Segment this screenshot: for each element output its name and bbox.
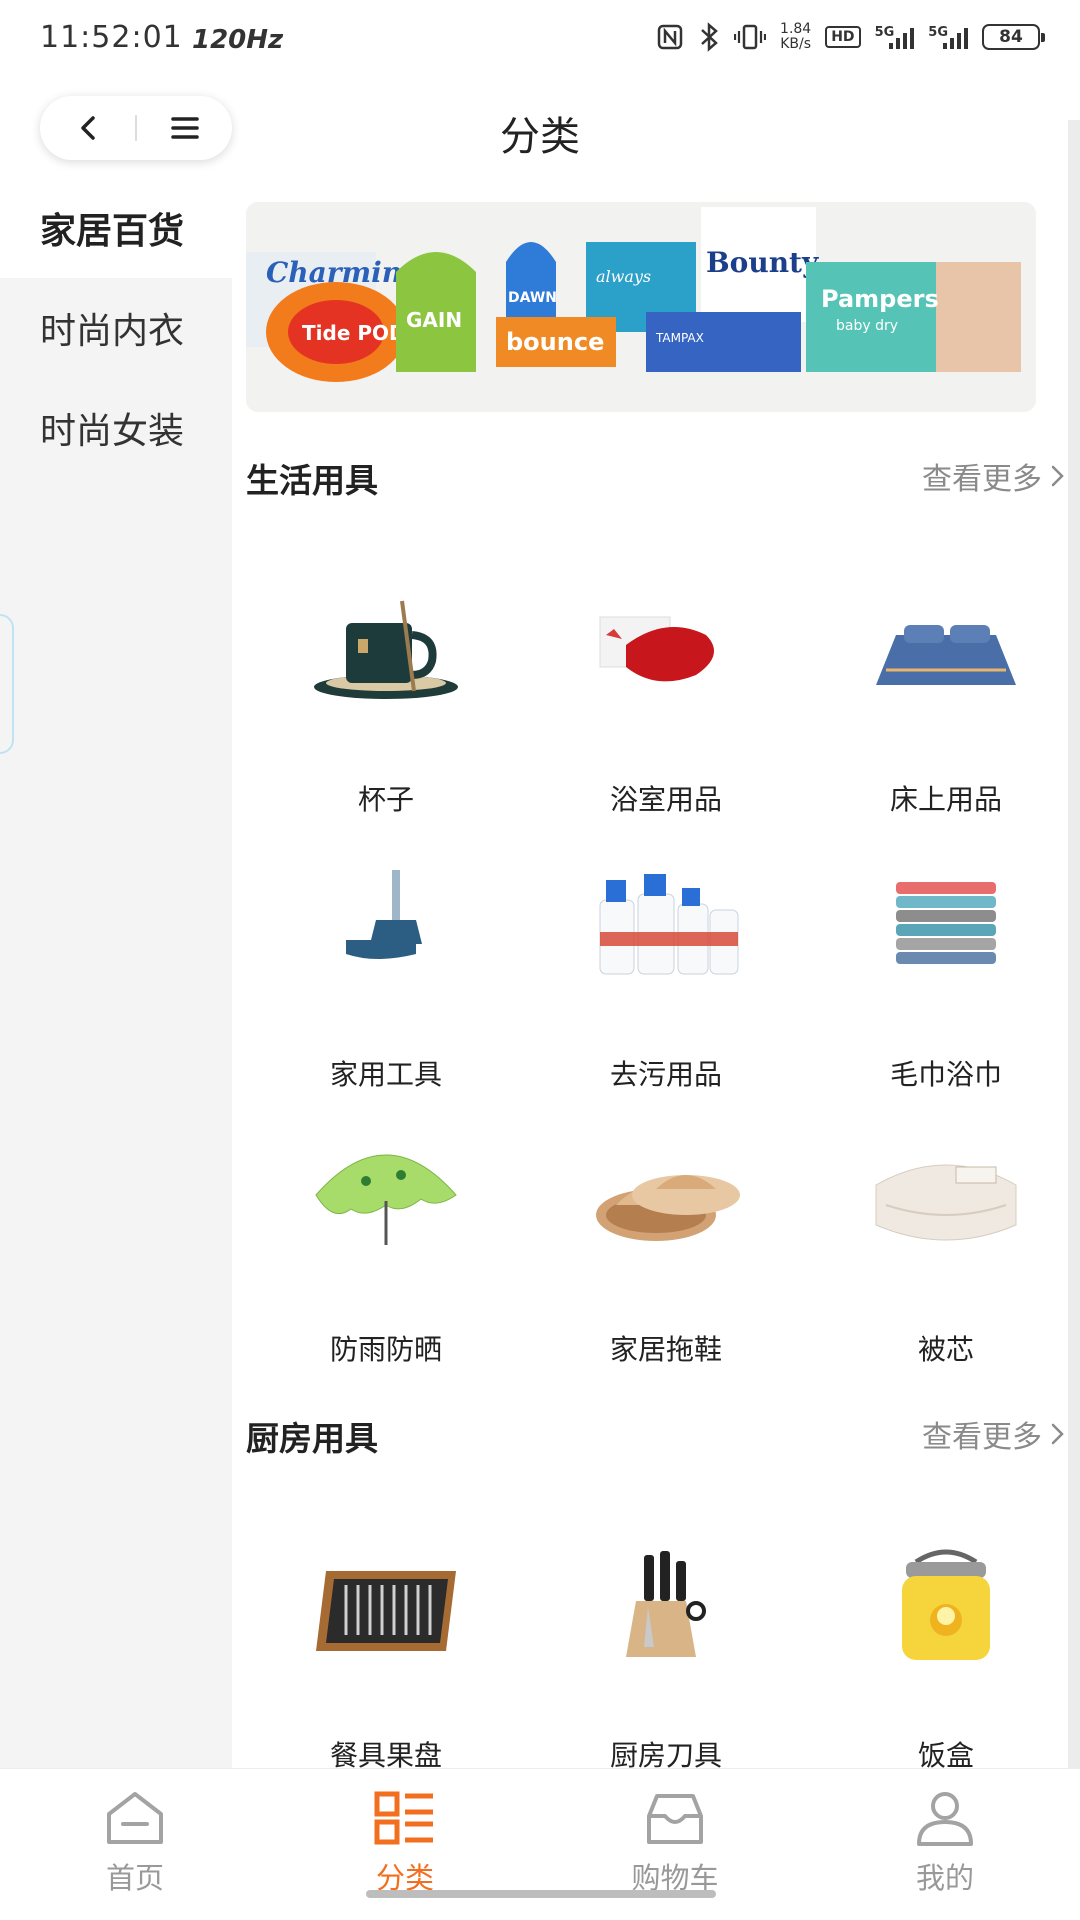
sidebar-item-womens-wear[interactable]: 时尚女装 bbox=[0, 378, 232, 478]
category-label: 毛巾浴巾 bbox=[889, 1058, 1002, 1091]
see-more-label: 查看更多 bbox=[922, 462, 1042, 497]
edge-handle bbox=[0, 614, 14, 754]
vibrate-icon bbox=[734, 24, 767, 50]
page-title: 分类 bbox=[500, 114, 580, 160]
category-item[interactable]: 防雨防晒 bbox=[246, 1120, 526, 1395]
sidebar-item-label: 家居百货 bbox=[40, 211, 185, 252]
category-item[interactable]: 餐具果盘 bbox=[246, 1526, 526, 1768]
category-label: 家用工具 bbox=[329, 1058, 442, 1091]
see-more-label: 查看更多 bbox=[922, 1420, 1042, 1455]
signal-label-2: 5G bbox=[928, 25, 948, 40]
section-title: 生活用具 bbox=[246, 461, 378, 500]
signal-label-1: 5G bbox=[874, 25, 895, 40]
towels-icon bbox=[866, 845, 1026, 1005]
tab-home[interactable]: 首页 bbox=[0, 1779, 270, 1909]
signal-1: 5G bbox=[875, 25, 915, 49]
category-item[interactable]: 厨房刀具 bbox=[526, 1526, 806, 1768]
cart-box-icon bbox=[640, 1787, 710, 1849]
category-item[interactable]: 去污用品 bbox=[526, 845, 806, 1120]
status-time: 11:52:01 bbox=[40, 20, 183, 55]
bedding-icon bbox=[866, 570, 1026, 730]
cutlery-case-icon bbox=[306, 1526, 466, 1686]
chevron-right-icon bbox=[1051, 465, 1064, 487]
category-label: 厨房刀具 bbox=[609, 1739, 722, 1768]
category-label: 浴室用品 bbox=[609, 783, 722, 816]
signal-2: 5G bbox=[928, 25, 968, 49]
tab-mine[interactable]: 我的 bbox=[810, 1779, 1080, 1909]
tab-label: 首页 bbox=[105, 1861, 164, 1895]
home-indicator[interactable] bbox=[366, 1890, 716, 1898]
category-label: 防雨防晒 bbox=[329, 1333, 442, 1366]
mug-icon bbox=[306, 570, 466, 730]
sidebar-item-underwear[interactable]: 时尚内衣 bbox=[0, 278, 232, 378]
category-label: 被芯 bbox=[917, 1333, 974, 1366]
bluetooth-icon bbox=[701, 22, 718, 52]
category-label: 去污用品 bbox=[609, 1058, 722, 1091]
hd-badge: HD bbox=[825, 26, 861, 48]
home-icon bbox=[100, 1787, 170, 1849]
svg-text:bounce: bounce bbox=[506, 328, 604, 356]
see-more-link[interactable]: 查看更多 bbox=[922, 454, 1066, 498]
status-icons: 1.84 KB/s HD 5G 5G 84 bbox=[656, 22, 1045, 52]
banner-image: Charmin Tide PODS GAIN DAWN always bounc… bbox=[246, 202, 1036, 412]
header: 分类 bbox=[0, 78, 1080, 178]
broom-dustpan-icon bbox=[306, 845, 466, 1005]
sidebar-item-home-goods[interactable]: 家居百货 bbox=[0, 178, 232, 278]
nfc-icon bbox=[657, 24, 683, 50]
svg-text:Bounty: Bounty bbox=[706, 246, 819, 279]
svg-text:Pampers: Pampers bbox=[821, 285, 939, 313]
category-label: 床上用品 bbox=[889, 783, 1002, 816]
sidebar-item-label: 时尚内衣 bbox=[40, 311, 185, 352]
section-header-living: 生活用具 查看更多 bbox=[246, 454, 1066, 504]
knife-block-icon bbox=[586, 1526, 746, 1686]
battery-icon: 84 bbox=[982, 24, 1045, 50]
svg-text:baby dry: baby dry bbox=[836, 318, 898, 334]
status-bar: 11:52:01 120Hz 1.84 KB/s HD 5G 5G 84 bbox=[0, 0, 1080, 78]
category-item[interactable]: 床上用品 bbox=[806, 570, 1080, 845]
category-item[interactable]: 家居拖鞋 bbox=[526, 1120, 806, 1395]
user-icon bbox=[910, 1787, 980, 1849]
category-sidebar: 家居百货 时尚内衣 时尚女装 bbox=[0, 178, 232, 1768]
quilt-icon bbox=[866, 1120, 1026, 1280]
category-label: 杯子 bbox=[357, 783, 414, 816]
svg-text:TAMPAX: TAMPAX bbox=[655, 331, 704, 345]
svg-text:GAIN: GAIN bbox=[406, 308, 462, 332]
slippers-icon bbox=[586, 1120, 746, 1280]
see-more-link[interactable]: 查看更多 bbox=[922, 1412, 1066, 1456]
svg-text:DAWN: DAWN bbox=[508, 290, 557, 306]
category-item[interactable]: 被芯 bbox=[806, 1120, 1080, 1395]
category-item[interactable]: 毛巾浴巾 bbox=[806, 845, 1080, 1120]
umbrella-icon bbox=[306, 1120, 466, 1280]
net-speed: 1.84 KB/s bbox=[780, 22, 811, 52]
category-label: 家居拖鞋 bbox=[609, 1333, 722, 1366]
net-speed-unit: KB/s bbox=[780, 36, 812, 52]
category-label: 餐具果盘 bbox=[329, 1739, 442, 1768]
category-item[interactable]: 饭盒 bbox=[806, 1526, 1080, 1768]
section-header-kitchen: 厨房用具 查看更多 bbox=[246, 1412, 1066, 1462]
category-item[interactable]: 浴室用品 bbox=[526, 570, 806, 845]
svg-text:always: always bbox=[596, 267, 651, 286]
lunch-box-icon bbox=[866, 1526, 1026, 1686]
category-item[interactable]: 杯子 bbox=[246, 570, 526, 845]
chevron-right-icon bbox=[1051, 1423, 1064, 1445]
sidebar-item-label: 时尚女装 bbox=[40, 411, 185, 452]
promo-banner[interactable]: Charmin Tide PODS GAIN DAWN always bounc… bbox=[246, 202, 1036, 412]
category-label: 饭盒 bbox=[917, 1739, 974, 1768]
category-content: Charmin Tide PODS GAIN DAWN always bounc… bbox=[232, 178, 1080, 1768]
spray-bottle-icon bbox=[586, 845, 746, 1005]
soap-icon bbox=[586, 570, 746, 730]
category-icon bbox=[370, 1787, 440, 1849]
tab-label: 我的 bbox=[915, 1861, 974, 1895]
refresh-rate: 120Hz bbox=[192, 25, 284, 55]
category-item[interactable]: 家用工具 bbox=[246, 845, 526, 1120]
net-speed-value: 1.84 bbox=[780, 21, 812, 37]
scrollbar[interactable] bbox=[1068, 120, 1080, 1770]
section-title: 厨房用具 bbox=[246, 1419, 378, 1458]
